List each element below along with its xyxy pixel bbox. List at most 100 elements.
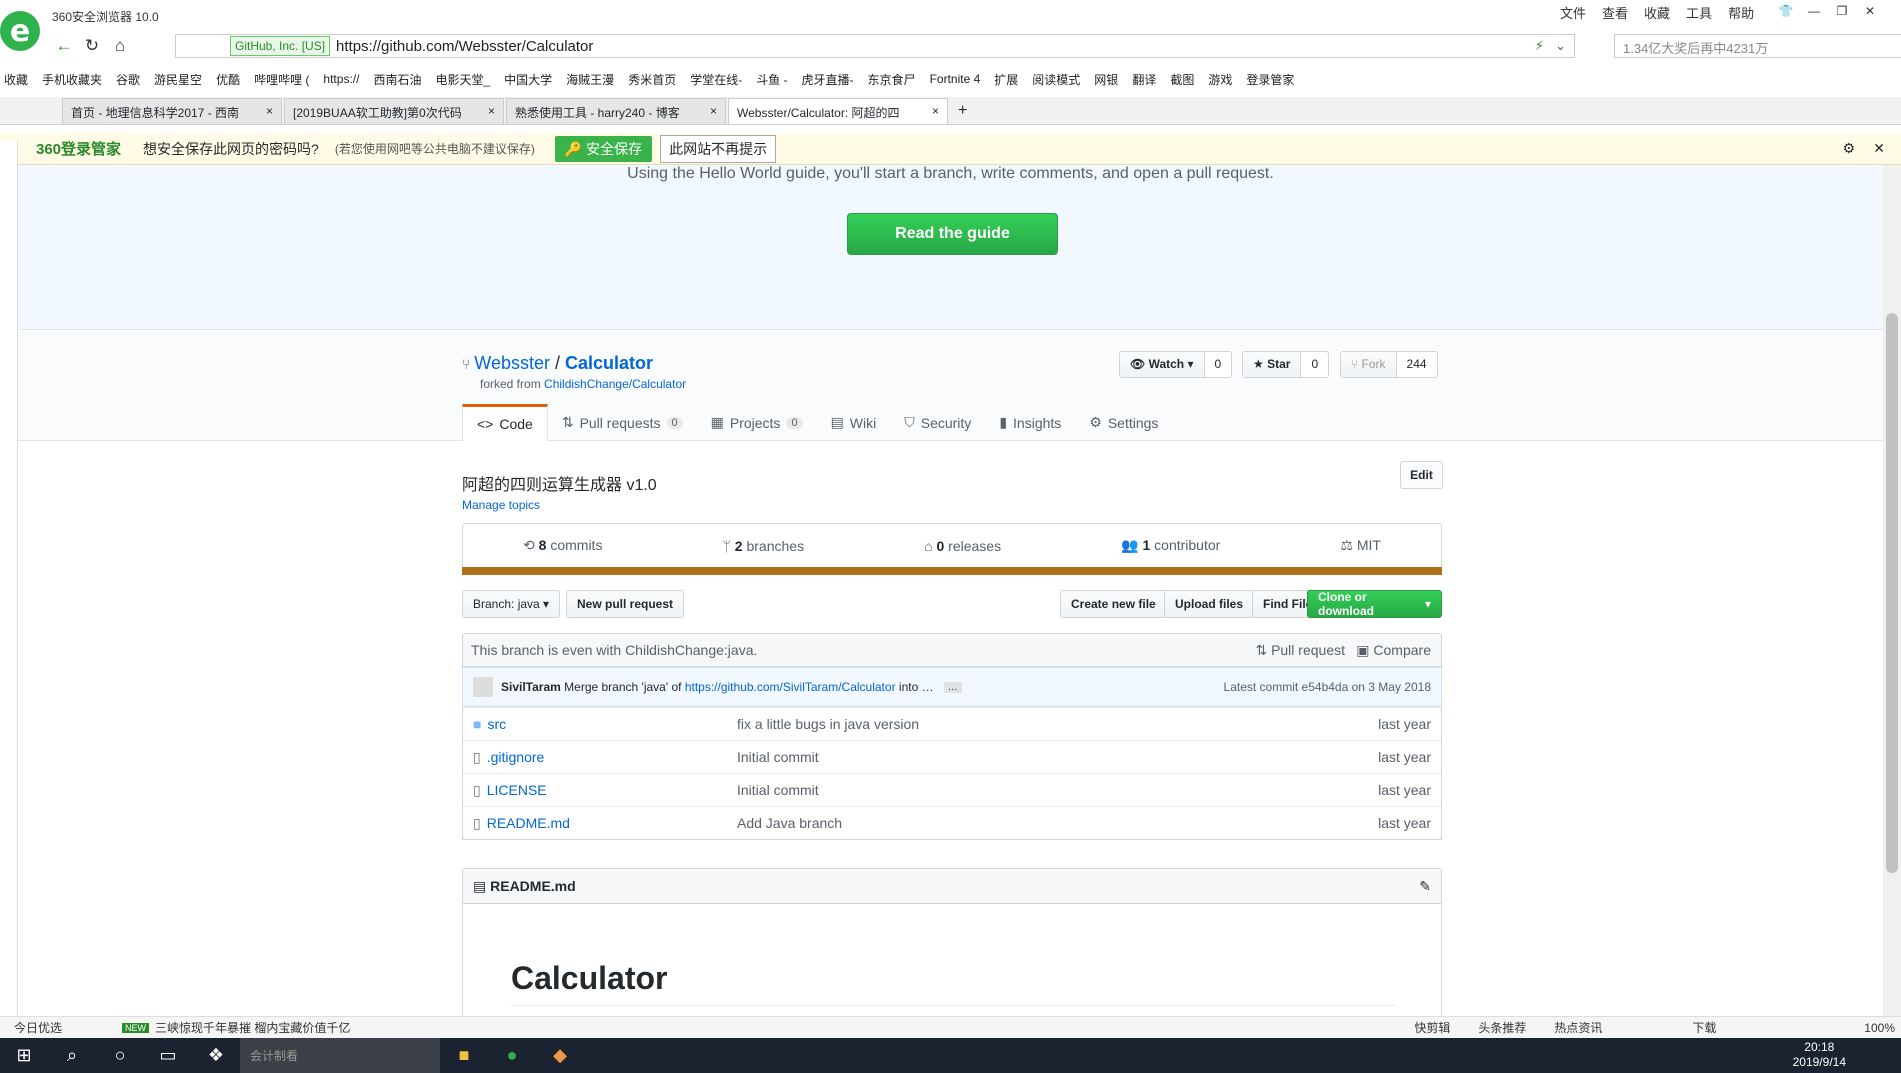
browser-tab[interactable]: [2019BUAA软工助教]第0次代码 × bbox=[284, 98, 504, 124]
new-tab-button[interactable]: + bbox=[948, 98, 977, 124]
ssl-badge[interactable]: GitHub, Inc. [US] bbox=[230, 36, 331, 56]
tab-pull-requests[interactable]: ⇅ Pull requests 0 bbox=[548, 404, 697, 441]
pencil-icon[interactable]: ✎ bbox=[1419, 878, 1431, 895]
file-commit-message[interactable]: Initial commit bbox=[737, 782, 819, 798]
menu-help[interactable]: 帮助 bbox=[1728, 3, 1754, 22]
license-link[interactable]: ⚖ MIT bbox=[1340, 537, 1381, 554]
status-hot-news[interactable]: 热点资讯 bbox=[1554, 1019, 1602, 1036]
releases-link[interactable]: ⌂ 0 releases bbox=[924, 538, 1001, 554]
manage-topics-link[interactable]: Manage topics bbox=[462, 498, 540, 512]
lightning-icon[interactable]: ⚡ bbox=[1535, 38, 1544, 54]
back-button[interactable]: ← bbox=[50, 33, 78, 59]
bookmark-item[interactable]: 斗鱼 - bbox=[756, 71, 787, 88]
contributors-link[interactable]: 👥 1 contributor bbox=[1121, 537, 1220, 554]
file-commit-message[interactable]: Add Java branch bbox=[737, 815, 842, 831]
app-icon[interactable]: ◆ bbox=[536, 1038, 584, 1073]
branch-select[interactable]: Branch: java ▾ bbox=[462, 590, 561, 618]
bookmark-item[interactable]: 海贼王漫 bbox=[566, 71, 614, 88]
bookmark-item[interactable]: Fortnite 4 bbox=[930, 72, 981, 86]
cortana-icon[interactable]: ○ bbox=[96, 1038, 144, 1073]
edit-description-button[interactable]: Edit bbox=[1400, 461, 1443, 489]
menu-favorites[interactable]: 收藏 bbox=[1644, 3, 1670, 22]
bookmark-item[interactable]: 优酷 bbox=[216, 71, 240, 88]
file-commit-message[interactable]: fix a little bugs in java version bbox=[737, 716, 919, 732]
latest-commit-info[interactable]: Latest commit e54b4da on 3 May 2018 bbox=[1224, 680, 1431, 694]
language-bar[interactable] bbox=[462, 567, 1442, 575]
search-icon[interactable]: ⌕ bbox=[48, 1038, 96, 1073]
tab-wiki[interactable]: ▤ Wiki bbox=[817, 404, 891, 441]
bookmark-item[interactable]: 中国大学 bbox=[504, 71, 552, 88]
never-remind-button[interactable]: 此网站不再提示 bbox=[660, 134, 777, 163]
home-button[interactable]: ⌂ bbox=[106, 33, 134, 59]
secure-save-button[interactable]: 🔑 安全保存 bbox=[554, 135, 653, 162]
menu-tools[interactable]: 工具 bbox=[1686, 3, 1712, 22]
fork-button[interactable]: ⑂ Fork 244 bbox=[1340, 351, 1438, 378]
fork-count[interactable]: 244 bbox=[1397, 352, 1437, 377]
close-icon[interactable]: × bbox=[932, 104, 939, 119]
fork-label[interactable]: ⑂ Fork bbox=[1341, 352, 1397, 377]
folder-icon[interactable]: ■ bbox=[440, 1038, 488, 1073]
gear-icon[interactable]: ⚙ bbox=[1842, 140, 1855, 157]
bookmark-item[interactable]: 收藏 bbox=[4, 71, 28, 88]
commit-author[interactable]: SivilTaram bbox=[501, 680, 561, 694]
taskbar-search-input[interactable]: 会计制看 bbox=[240, 1038, 440, 1073]
expand-commit-button[interactable]: … bbox=[943, 681, 962, 693]
app-icon[interactable]: ❖ bbox=[192, 1038, 240, 1073]
file-link[interactable]: LICENSE bbox=[487, 782, 547, 798]
bookmark-item[interactable]: 网银 bbox=[1094, 71, 1118, 88]
commits-link[interactable]: ⟲ 8 commits bbox=[523, 537, 602, 554]
commit-message-post[interactable]: into … bbox=[899, 680, 934, 694]
file-link[interactable]: .gitignore bbox=[487, 749, 545, 765]
bookmark-item[interactable]: 东京食尸 bbox=[868, 71, 916, 88]
status-download[interactable]: 下载 bbox=[1692, 1019, 1716, 1036]
bookmark-item[interactable]: 西南石油 bbox=[373, 71, 421, 88]
tab-insights[interactable]: ▮ Insights bbox=[985, 404, 1075, 441]
browser-tab-active[interactable]: Websster/Calculator: 阿超的四 × bbox=[728, 98, 948, 124]
scrollbar-thumb[interactable] bbox=[1886, 313, 1898, 873]
compare-link[interactable]: ▣ Compare bbox=[1356, 642, 1431, 659]
system-clock[interactable]: 20:18 2019/9/14 bbox=[1793, 1040, 1846, 1070]
clone-download-button[interactable]: Clone or download ▾ bbox=[1307, 590, 1442, 618]
watch-label[interactable]: 👁 Watch ▾ bbox=[1120, 352, 1205, 377]
file-link[interactable]: README.md bbox=[487, 815, 570, 831]
star-count[interactable]: 0 bbox=[1301, 352, 1328, 377]
bookmark-item[interactable]: 手机收藏夹 bbox=[42, 71, 102, 88]
commit-message-pre[interactable]: Merge branch 'java' of bbox=[564, 680, 681, 694]
bookmark-item[interactable]: 虎牙直播- bbox=[802, 71, 854, 88]
tab-projects[interactable]: ▦ Projects 0 bbox=[697, 404, 817, 441]
new-pull-request-button[interactable]: New pull request bbox=[566, 590, 685, 618]
bookmark-item[interactable]: 学堂在线- bbox=[690, 71, 742, 88]
maximize-button[interactable]: ❐ bbox=[1828, 0, 1856, 22]
file-link[interactable]: src bbox=[487, 716, 506, 732]
refresh-button[interactable]: ↻ bbox=[78, 33, 106, 59]
today-picks[interactable]: 今日优选 bbox=[14, 1019, 62, 1036]
bookmark-item[interactable]: 扩展 bbox=[994, 71, 1018, 88]
avatar[interactable] bbox=[473, 677, 493, 697]
bookmark-item[interactable]: 游民星空 bbox=[154, 71, 202, 88]
page-scrollbar[interactable] bbox=[1883, 165, 1901, 1020]
bookmark-item[interactable]: 阅读模式 bbox=[1032, 71, 1080, 88]
close-icon[interactable]: ✕ bbox=[1873, 140, 1885, 157]
bookmark-item[interactable]: 翻译 bbox=[1132, 71, 1156, 88]
search-input[interactable]: 1.34亿大奖后再中4231万 bbox=[1614, 34, 1901, 58]
tab-code[interactable]: <> Code bbox=[462, 404, 548, 441]
close-icon[interactable]: × bbox=[488, 104, 495, 119]
news-ticker[interactable]: 三峡惊现千年暴摧 榴内宝藏价值千亿 bbox=[155, 1019, 350, 1036]
read-guide-button[interactable]: Read the guide bbox=[847, 213, 1058, 255]
minimize-button[interactable]: — bbox=[1800, 0, 1828, 22]
star-label[interactable]: ★ Star bbox=[1243, 352, 1302, 377]
dropdown-icon[interactable]: ⌄ bbox=[1555, 38, 1566, 54]
zoom-level[interactable]: 100% bbox=[1864, 1021, 1895, 1035]
star-button[interactable]: ★ Star 0 bbox=[1242, 351, 1330, 378]
create-new-file-button[interactable]: Create new file bbox=[1060, 590, 1167, 618]
bookmark-item[interactable]: 电影天堂_ bbox=[435, 71, 490, 88]
watch-count[interactable]: 0 bbox=[1205, 352, 1232, 377]
forked-from-link[interactable]: ChildishChange/Calculator bbox=[544, 377, 686, 391]
bookmark-item[interactable]: 登录管家 bbox=[1246, 71, 1294, 88]
bookmark-item[interactable]: https:// bbox=[323, 72, 359, 86]
browser-tab[interactable]: 熟悉使用工具 - harry240 - 博客 × bbox=[506, 98, 726, 124]
close-button[interactable]: ✕ bbox=[1856, 0, 1884, 22]
browser-tab[interactable]: 首页 - 地理信息科学2017 - 西南 × bbox=[62, 98, 282, 124]
pull-request-link[interactable]: ⇅ Pull request bbox=[1255, 642, 1345, 659]
bookmark-item[interactable]: 哔哩哔哩 ( bbox=[254, 71, 309, 88]
